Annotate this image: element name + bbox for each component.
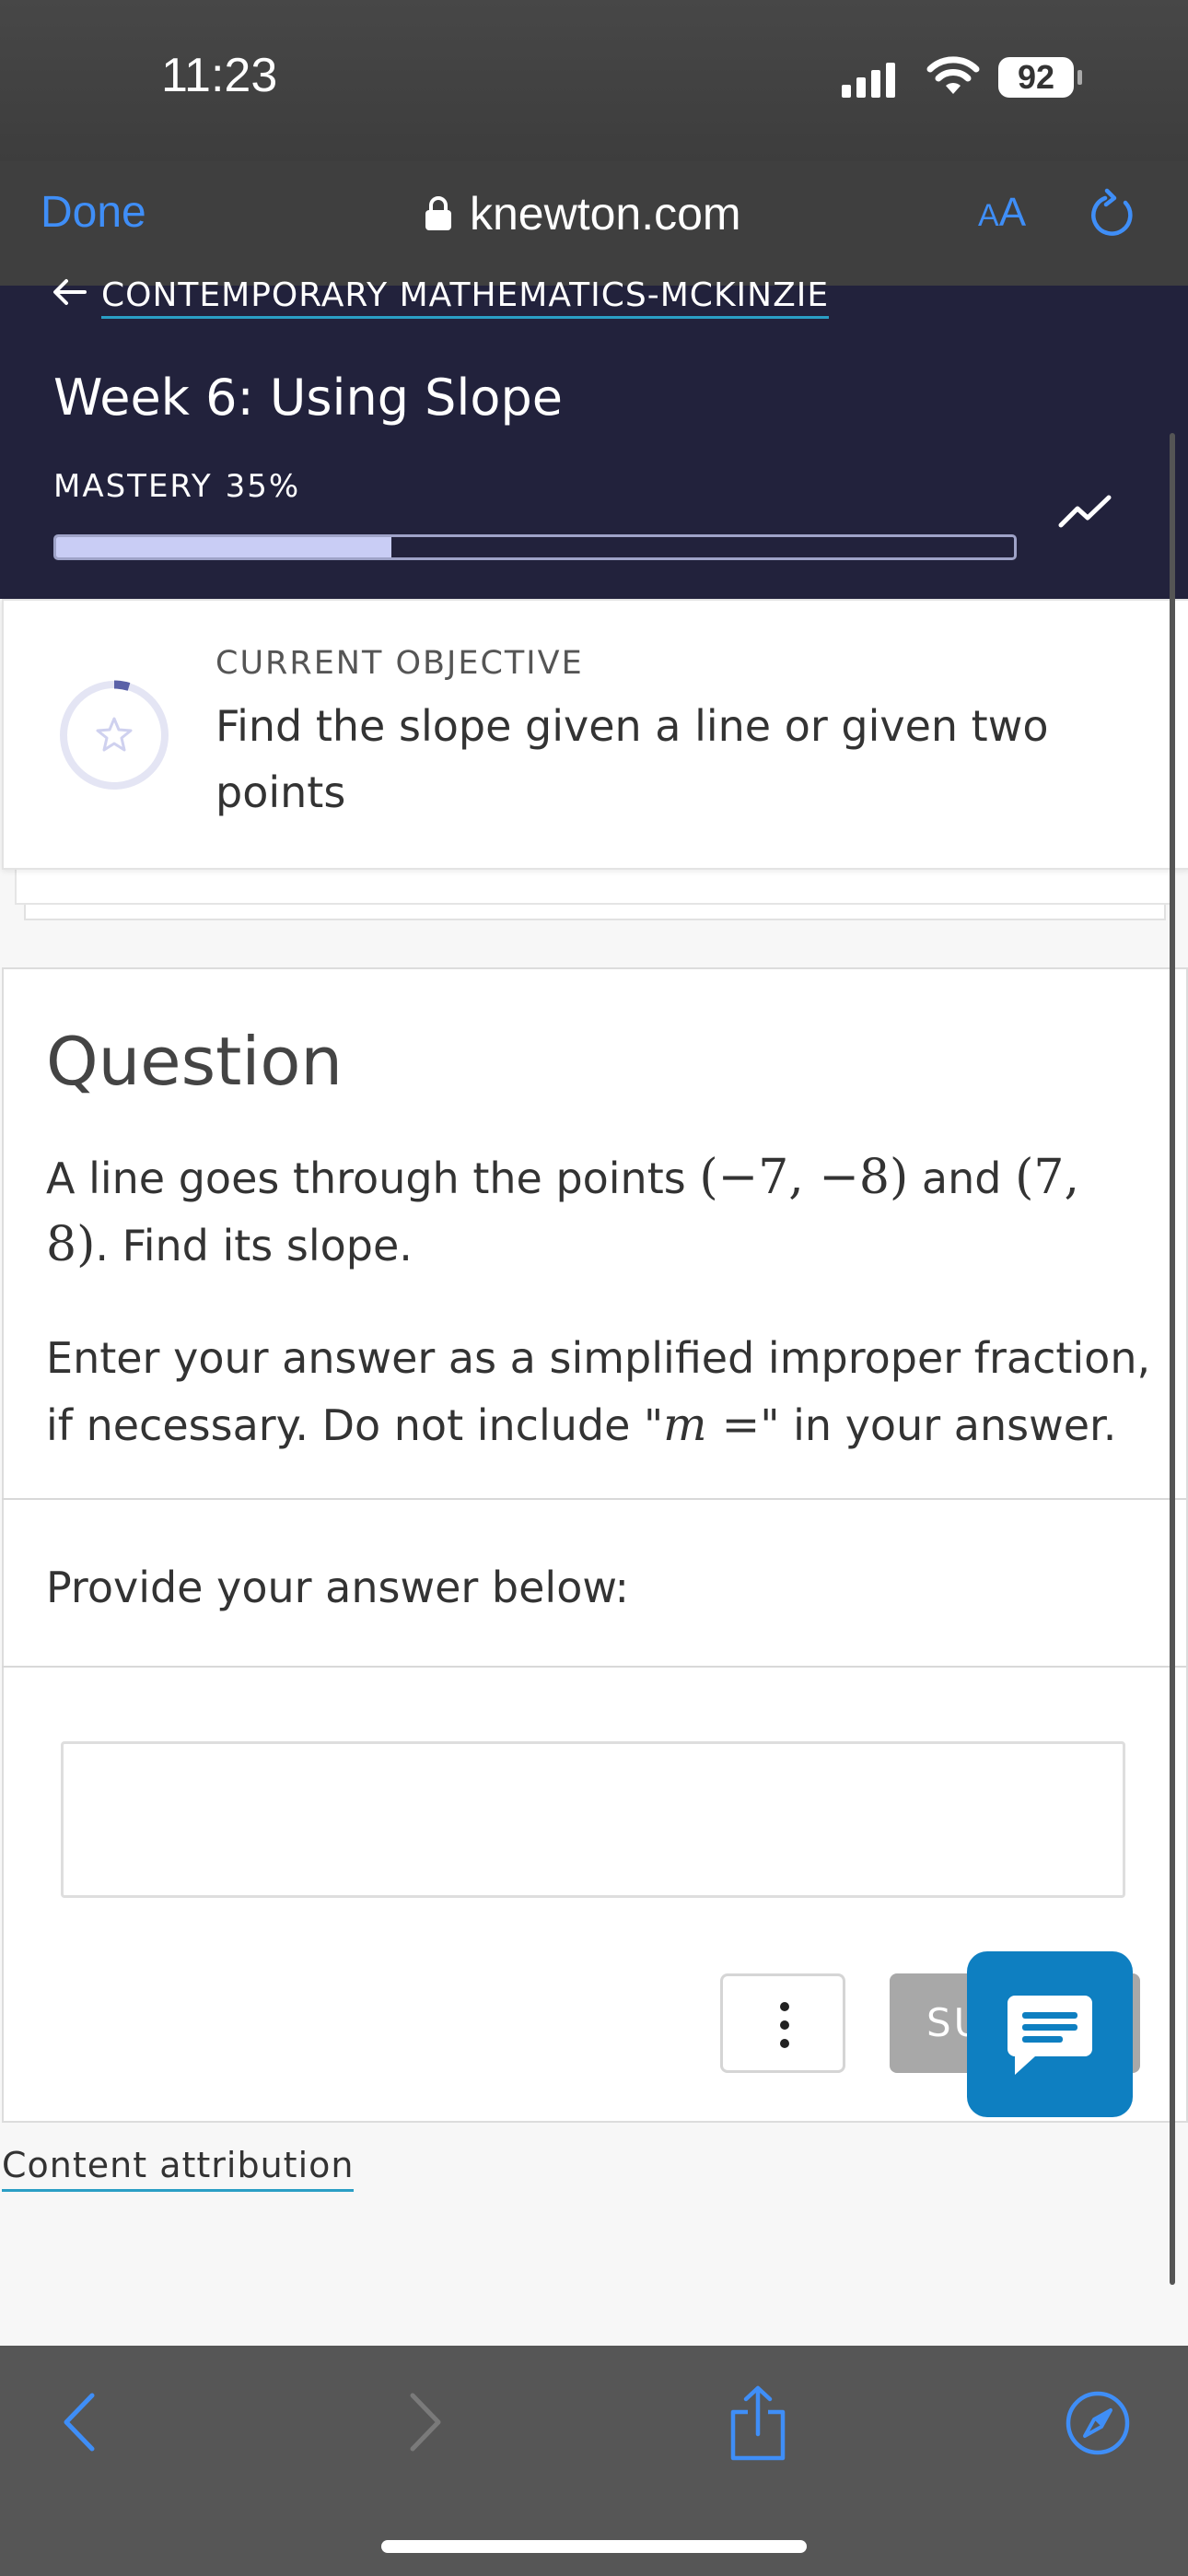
home-indicator	[381, 2540, 807, 2553]
point-1: (−7, −8)	[699, 1150, 909, 1205]
mastery-label-text: MASTERY	[53, 468, 213, 505]
mastery-progress-bar	[53, 534, 1017, 560]
battery-nub	[1077, 70, 1082, 85]
battery-indicator: 92	[998, 57, 1074, 98]
chat-icon	[1007, 1996, 1092, 2075]
answer-input[interactable]	[61, 1741, 1125, 1898]
objective-text: Find the slope given a line or given two…	[215, 701, 1049, 817]
instructions-math: m =	[663, 1398, 761, 1451]
star-icon	[60, 680, 169, 790]
question-body-suffix: . Find its slope.	[95, 1221, 413, 1270]
question-panel	[2, 967, 1188, 2123]
compass-icon[interactable]	[1065, 2390, 1131, 2456]
mastery-value: 35%	[225, 468, 301, 505]
lock-icon	[425, 196, 451, 230]
more-vertical-icon-dot	[780, 2039, 789, 2048]
content-attribution-link[interactable]: Content attribution	[2, 2145, 355, 2192]
chevron-right-icon[interactable]	[405, 2392, 446, 2453]
share-icon[interactable]	[728, 2384, 788, 2462]
page-title: Week 6: Using Slope	[53, 369, 563, 427]
divider	[2, 1666, 1186, 1668]
more-options-button[interactable]	[720, 1973, 845, 2073]
objective-label: CURRENT OBJECTIVE	[215, 645, 584, 682]
mastery-label: MASTERY 35%	[53, 468, 300, 505]
question-instructions: Enter your answer as a simplified improp…	[46, 1325, 1151, 1458]
wifi-icon	[926, 56, 980, 94]
course-back-link[interactable]: CONTEMPORARY MATHEMATICS-MCKINZIE	[52, 276, 830, 319]
reload-icon[interactable]	[1087, 188, 1138, 241]
mastery-progress-fill	[56, 537, 391, 557]
url-domain[interactable]: knewton.com	[470, 187, 741, 240]
divider	[2, 1498, 1186, 1500]
answer-prompt: Provide your answer below:	[46, 1563, 629, 1612]
aa-large: A	[998, 190, 1027, 235]
text-size-button[interactable]: AA	[978, 190, 1026, 236]
scrollbar[interactable]	[1170, 433, 1175, 2285]
more-vertical-icon-dot	[780, 2002, 789, 2011]
question-title: Question	[46, 1023, 344, 1100]
done-button[interactable]: Done	[41, 187, 146, 238]
chevron-left-icon[interactable]	[59, 2392, 99, 2453]
chat-button[interactable]	[967, 1951, 1133, 2117]
question-body: A line goes through the points (−7, −8) …	[46, 1144, 1151, 1279]
status-time: 11:23	[161, 49, 278, 102]
question-body-and: and	[908, 1153, 1016, 1203]
course-back-link-label: CONTEMPORARY MATHEMATICS-MCKINZIE	[101, 276, 830, 319]
more-vertical-icon-dot	[780, 2020, 789, 2030]
card-stack-middle	[15, 864, 1175, 905]
trend-icon[interactable]	[1057, 490, 1112, 531]
question-body-prefix: A line goes through the points	[46, 1153, 700, 1203]
aa-small: A	[978, 198, 999, 233]
signal-icon	[842, 63, 901, 98]
instructions-suffix: " in your answer.	[760, 1400, 1117, 1450]
arrow-left-icon	[53, 279, 87, 305]
